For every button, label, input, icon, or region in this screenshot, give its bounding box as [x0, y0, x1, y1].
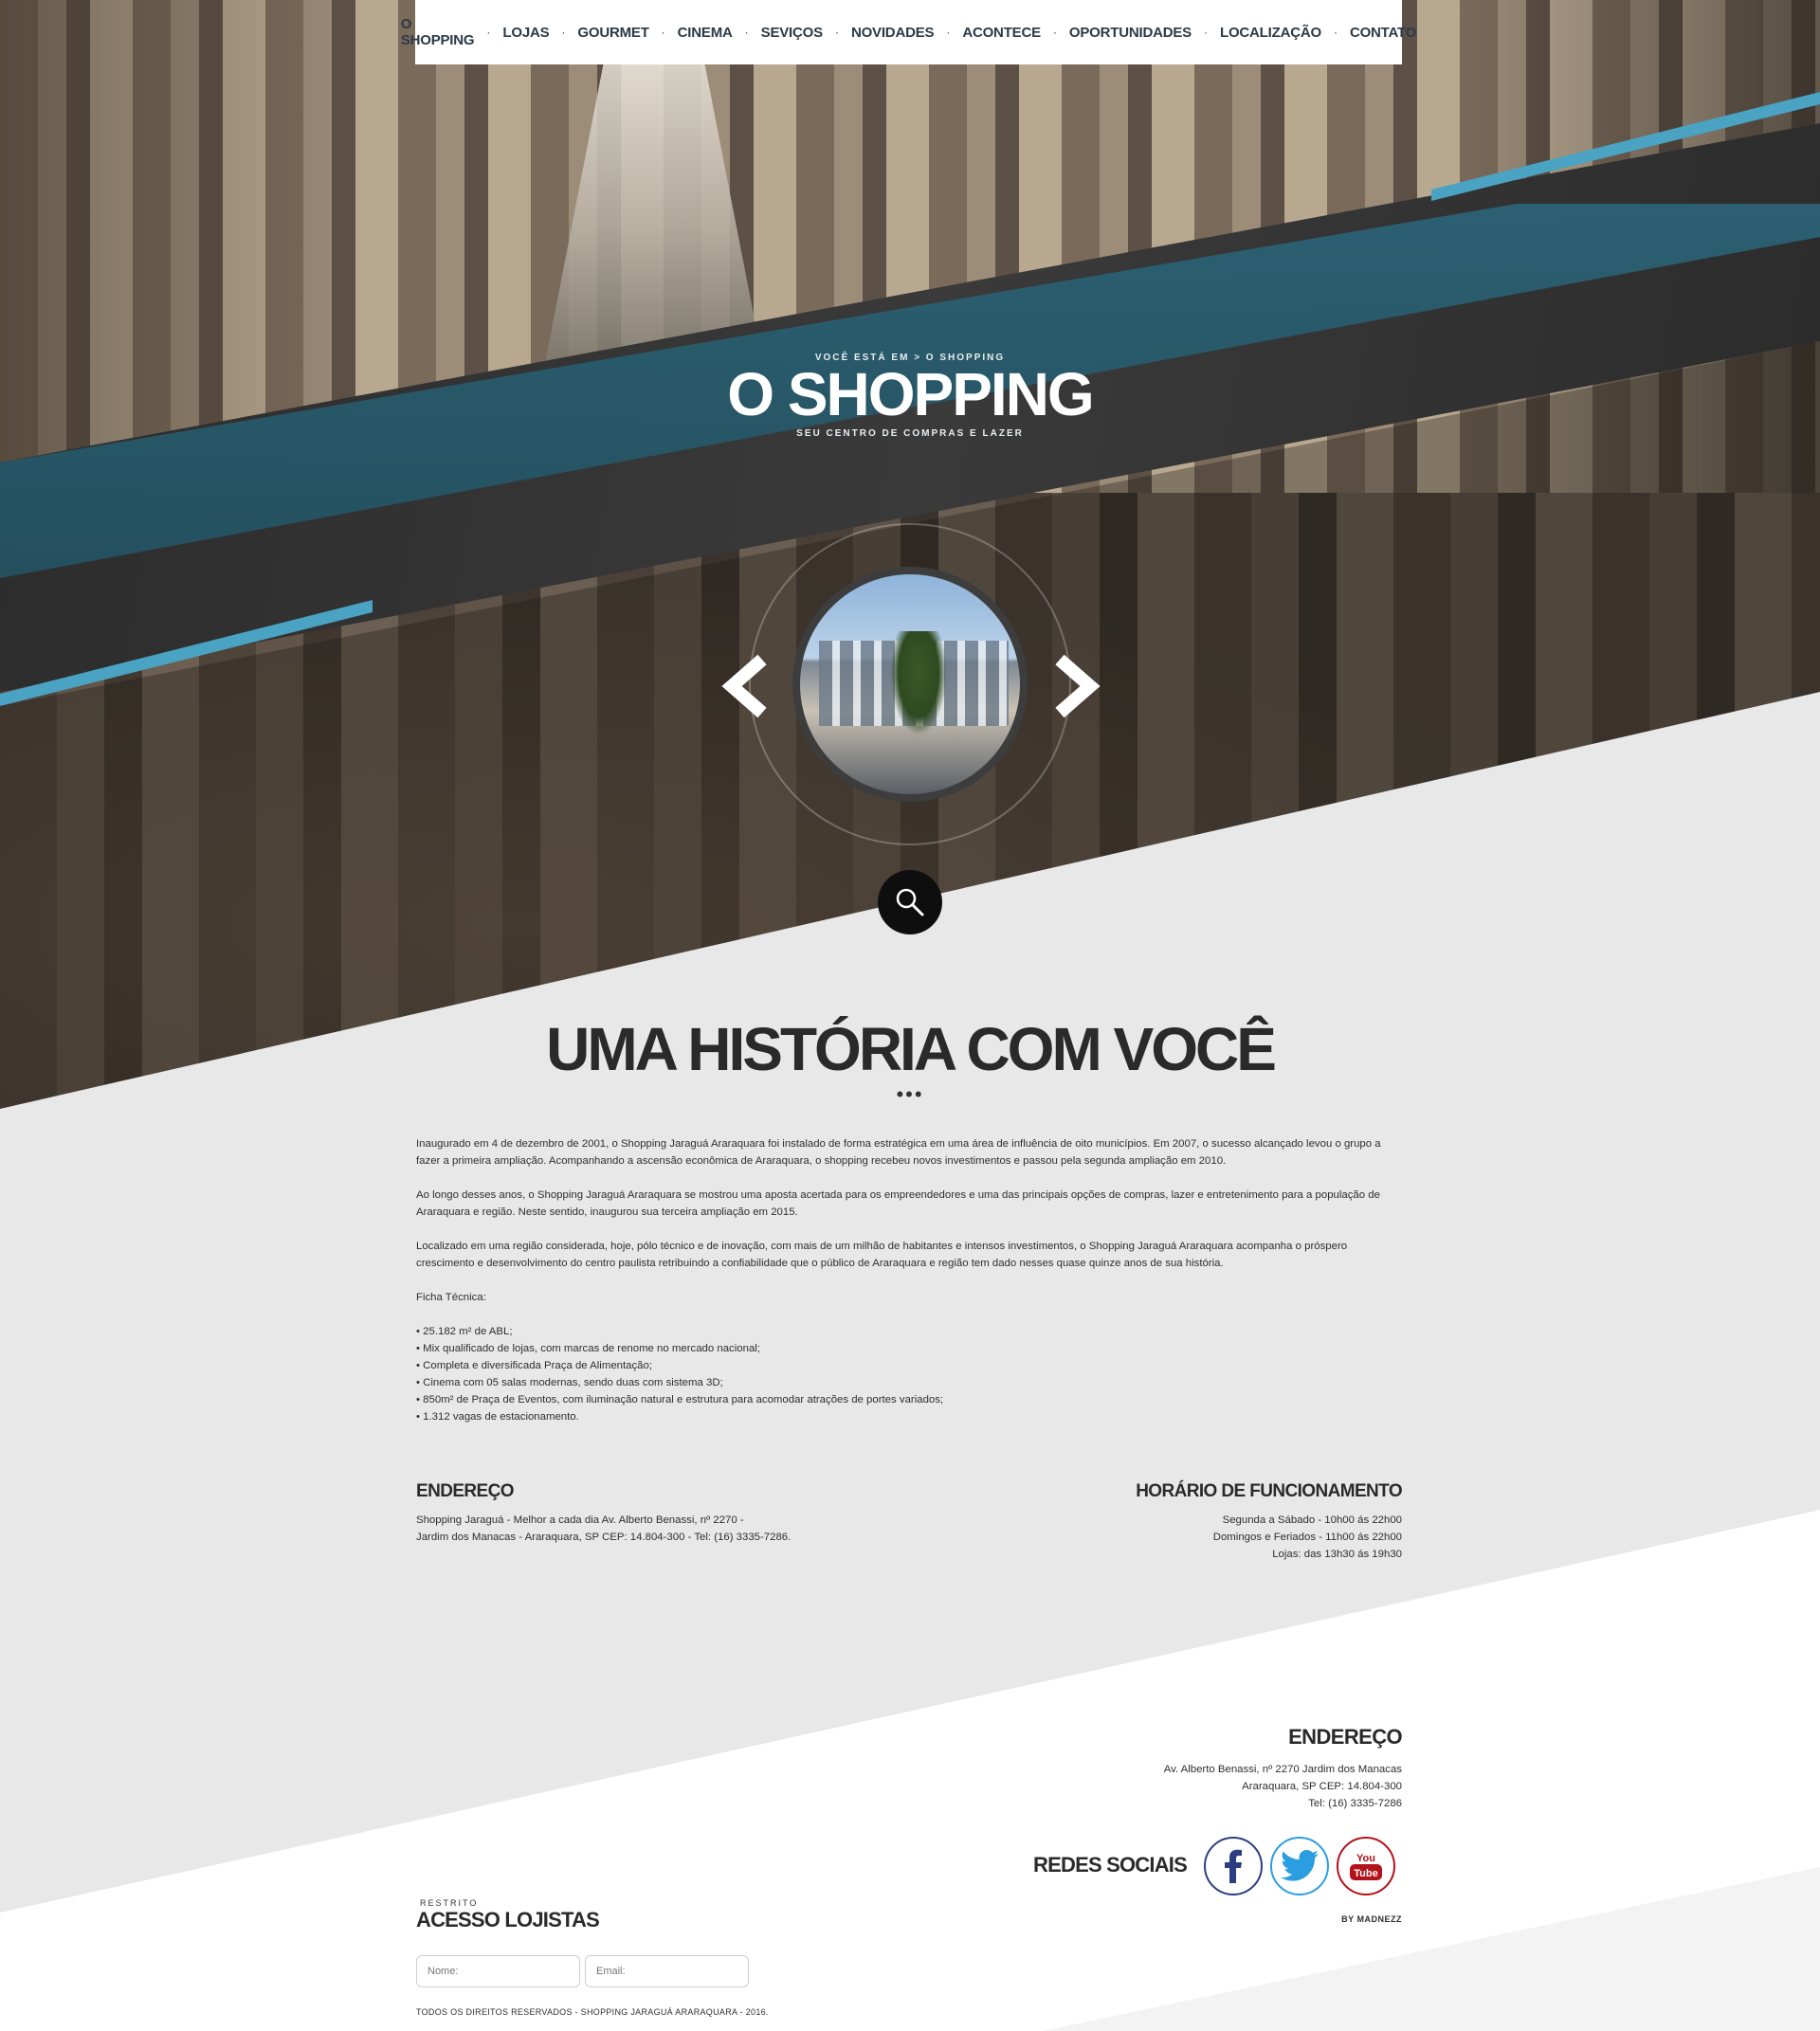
ficha-item: • Mix qualificado de lojas, com marcas d…: [416, 1343, 760, 1354]
footer-address-line: Av. Alberto Benassi, nº 2270 Jardim dos …: [1163, 1764, 1402, 1775]
search-button[interactable]: [878, 870, 942, 934]
footer-address-heading: ENDEREÇO: [1288, 1725, 1402, 1749]
nav-item-oportunidades[interactable]: OPORTUNIDADES: [1057, 25, 1204, 41]
title-dots: •••: [896, 1082, 924, 1106]
history-paragraph: Localizado em uma região considerada, ho…: [416, 1241, 1348, 1269]
ficha-item: • 25.182 m² de ABL;: [416, 1326, 513, 1337]
history-title: UMA HISTÓRIA COM VOCÊ: [546, 1015, 1277, 1083]
carousel-photo[interactable]: [800, 574, 1020, 794]
youtube-link[interactable]: You Tube: [1337, 1837, 1395, 1895]
restricted-label: RESTRITO: [420, 1898, 479, 1908]
footer-address-line: Tel: (16) 3335-7286: [1308, 1798, 1402, 1809]
youtube-icon-text-bottom: Tube: [1354, 1868, 1377, 1879]
nav-item-gourmet[interactable]: GOURMET: [565, 25, 661, 41]
hours-line: Domingos e Feriados - 11h00 ás 22h00: [1212, 1532, 1402, 1543]
nav-item-lojas[interactable]: LOJAS: [490, 25, 561, 41]
chevron-left-icon[interactable]: [719, 654, 775, 718]
nav-item-cinema[interactable]: CINEMA: [665, 25, 745, 41]
twitter-link[interactable]: [1270, 1837, 1329, 1895]
nav-item-localizacao[interactable]: LOCALIZAÇÃO: [1208, 25, 1334, 41]
page-title: O SHOPPING: [727, 360, 1094, 428]
social-label: REDES SOCIAIS: [1033, 1853, 1188, 1877]
address-line: Jardim dos Manacas - Araraquara, SP CEP:…: [416, 1532, 792, 1543]
nav-item-novidades[interactable]: NOVIDADES: [839, 25, 946, 41]
carousel-photo-frame: [792, 567, 1028, 802]
history-paragraph: Ao longo desses anos, o Shopping Jaraguá…: [416, 1189, 1380, 1218]
history-body: Inaugurado em 4 de dezembro de 2001, o S…: [416, 1135, 1402, 1425]
history-paragraph: Inaugurado em 4 de dezembro de 2001, o S…: [416, 1138, 1381, 1167]
address-block: ENDEREÇO Shopping Jaraguá - Melhor a cad…: [416, 1481, 890, 1546]
ficha-item: • 850m² de Praça de Eventos, com ilumina…: [416, 1394, 944, 1405]
page-subtitle: SEU CENTRO DE COMPRAS E LAZER: [796, 428, 1024, 439]
facebook-icon: [1225, 1849, 1242, 1883]
chevron-right-icon[interactable]: [1046, 654, 1103, 718]
ficha-item: • 1.312 vagas de estacionamento.: [416, 1411, 579, 1423]
ficha-list: • 25.182 m² de ABL; • Mix qualificado de…: [416, 1323, 1402, 1425]
name-field[interactable]: [416, 1955, 580, 1987]
youtube-icon: You Tube: [1350, 1853, 1382, 1880]
footer-address-line: Araraquara, SP CEP: 14.804-300: [1242, 1781, 1402, 1792]
email-field[interactable]: [585, 1955, 749, 1987]
twitter-icon: [1281, 1850, 1319, 1881]
nav-item-contato[interactable]: CONTATO: [1338, 25, 1429, 41]
hours-heading: HORÁRIO DE FUNCIONAMENTO: [1136, 1481, 1402, 1501]
hours-line: Segunda a Sábado - 10h00 ás 22h00: [1222, 1514, 1402, 1526]
ficha-label: Ficha Técnica:: [416, 1292, 486, 1303]
credit-link[interactable]: BY MADNEZZ: [1212, 1914, 1402, 1924]
nav-item-o-shopping[interactable]: O SHOPPING: [389, 16, 487, 48]
address-line: Shopping Jaraguá - Melhor a cada dia Av.…: [416, 1514, 744, 1526]
social-icons: You Tube: [1204, 1837, 1395, 1895]
youtube-icon-text-top: You: [1356, 1853, 1375, 1864]
ficha-item: • Completa e diversificada Praça de Alim…: [416, 1360, 653, 1371]
nav-item-servicos[interactable]: SEVIÇOS: [749, 25, 835, 41]
ficha-item: • Cinema com 05 salas modernas, sendo du…: [416, 1377, 723, 1388]
search-icon: [896, 888, 924, 916]
main-nav: O SHOPPING · LOJAS · GOURMET · CINEMA · …: [401, 0, 1416, 64]
nav-item-acontece[interactable]: ACONTECE: [950, 25, 1053, 41]
hours-block: HORÁRIO DE FUNCIONAMENTO Segunda a Sábad…: [1023, 1481, 1402, 1563]
copyright: TODOS OS DIREITOS RESERVADOS - SHOPPING …: [416, 2007, 769, 2017]
facebook-link[interactable]: [1204, 1837, 1263, 1895]
address-heading: ENDEREÇO: [416, 1481, 514, 1501]
hours-line: Lojas: das 13h30 ás 19h30: [1272, 1549, 1402, 1560]
lojistas-title: ACESSO LOJISTAS: [416, 1908, 600, 1931]
footer-address: ENDEREÇO Av. Alberto Benassi, nº 2270 Ja…: [1023, 1725, 1403, 1812]
